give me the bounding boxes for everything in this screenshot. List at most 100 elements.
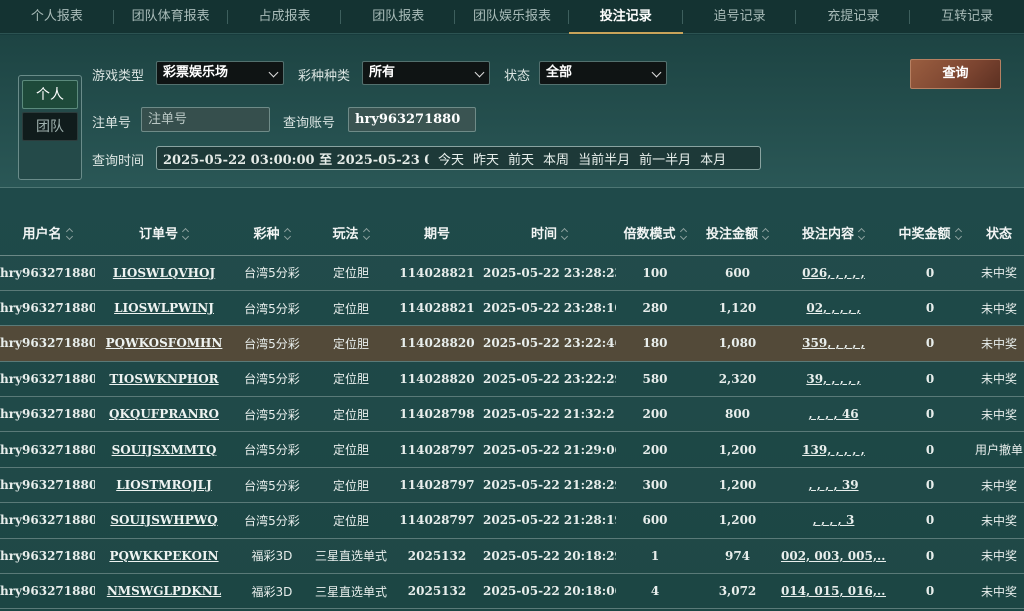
- game-type-select[interactable]: 彩票娱乐场: [156, 61, 284, 85]
- cell-multiple: 1: [616, 538, 694, 575]
- quick-range-5[interactable]: 前一半月: [639, 149, 691, 168]
- cell-amount: 974: [694, 538, 781, 575]
- cell-content[interactable]: , , , , 46: [781, 396, 886, 433]
- quick-range-2[interactable]: 前天: [508, 149, 534, 168]
- sort-icon[interactable]: [285, 229, 291, 239]
- quick-range-0[interactable]: 今天: [438, 149, 464, 168]
- cell-order[interactable]: TIOSWKNPHOR: [95, 361, 233, 398]
- quick-range-6[interactable]: 本月: [700, 149, 726, 168]
- status-select[interactable]: 全部: [539, 61, 667, 85]
- tab-8[interactable]: 互转记录: [910, 0, 1024, 34]
- account-input[interactable]: hry963271880: [348, 107, 476, 132]
- sort-icon[interactable]: [183, 229, 189, 239]
- cell-order[interactable]: SOUIJSXMMTQ: [95, 431, 233, 468]
- cell-order[interactable]: LIOSWLPWINJ: [95, 290, 233, 327]
- cell-content[interactable]: 02, , , , ,: [781, 290, 886, 327]
- table-row[interactable]: hry963271880 QKQUFPRANRO 台湾5分彩 定位胆 114028798…: [0, 396, 1024, 433]
- sort-icon[interactable]: [681, 229, 687, 239]
- column-header-8[interactable]: 投注内容: [781, 210, 886, 256]
- cell-status: 未中奖: [974, 290, 1024, 327]
- column-header-3[interactable]: 玩法: [311, 210, 391, 256]
- cell-user: hry963271880: [0, 361, 95, 398]
- cell-win: 0: [886, 290, 974, 327]
- table-row[interactable]: hry963271880 LIOSWLPWINJ 台湾5分彩 定位胆 114028821…: [0, 290, 1024, 327]
- lottery-select[interactable]: 所有: [362, 61, 490, 85]
- quick-range-4[interactable]: 当前半月: [578, 149, 630, 168]
- cell-amount: 1,200: [694, 502, 781, 539]
- status-value: 全部: [546, 65, 573, 80]
- tab-4[interactable]: 团队娱乐报表: [455, 0, 569, 34]
- cell-time: 2025-05-22 23:28:23: [483, 255, 616, 291]
- column-header-5[interactable]: 时间: [483, 210, 616, 256]
- time-range-input[interactable]: 2025-05-22 03:00:00 至 2025-05-23 03:00:0…: [157, 149, 429, 168]
- cell-win: 0: [886, 538, 974, 575]
- cell-content[interactable]: , , , , 39: [781, 467, 886, 504]
- sort-icon[interactable]: [859, 229, 865, 239]
- cell-content[interactable]: 39, , , , ,: [781, 361, 886, 398]
- cell-order[interactable]: PQWKKPEKOIN: [95, 538, 233, 575]
- table-header: 用户名 订单号 彩种 玩法 期号 时间 倍数模式 投注金额 投注内容 中奖金额 状态: [0, 210, 1024, 256]
- cell-content[interactable]: 359, , , , ,: [781, 325, 886, 362]
- table-row[interactable]: hry963271880 TIOSWKNPHOR 台湾5分彩 定位胆 114028820…: [0, 361, 1024, 398]
- cell-issue: 114028797: [391, 467, 483, 504]
- column-header-10: 状态: [974, 210, 1024, 256]
- cell-user: hry963271880: [0, 325, 95, 362]
- column-header-2[interactable]: 彩种: [233, 210, 311, 256]
- cell-order[interactable]: QKQUFPRANRO: [95, 396, 233, 433]
- column-header-label: 投注内容: [801, 226, 854, 242]
- column-header-9[interactable]: 中奖金额: [886, 210, 974, 256]
- quick-range-3[interactable]: 本周: [543, 149, 569, 168]
- cell-order[interactable]: LIOSWLQVHOJ: [95, 255, 233, 291]
- column-header-1[interactable]: 订单号: [95, 210, 233, 256]
- cell-status: 未中奖: [974, 573, 1024, 610]
- column-header-label: 倍数模式: [623, 226, 676, 242]
- table-row[interactable]: hry963271880 SOUIJSXMMTQ 台湾5分彩 定位胆 114028797…: [0, 431, 1024, 468]
- cell-play: 三星直选单式: [311, 573, 391, 610]
- column-header-7[interactable]: 投注金额: [694, 210, 781, 256]
- cell-play: 定位胆: [311, 396, 391, 433]
- tab-3[interactable]: 团队报表: [341, 0, 455, 34]
- cell-content[interactable]: 002, 003, 005,...: [781, 538, 886, 575]
- sort-icon[interactable]: [67, 229, 73, 239]
- cell-user: hry963271880: [0, 290, 95, 327]
- tab-0[interactable]: 个人报表: [0, 0, 114, 34]
- cell-order[interactable]: PQWKOSFOMHN: [95, 325, 233, 362]
- table-row[interactable]: hry963271880 NMSWGLPDKNL 福彩3D 三星直选单式 2025132…: [0, 573, 1024, 610]
- sort-icon[interactable]: [364, 229, 370, 239]
- query-button[interactable]: 查询: [910, 59, 1001, 89]
- cell-order[interactable]: SOUIJSWHPWQ: [95, 502, 233, 539]
- scope-team-button[interactable]: 团队: [22, 112, 78, 141]
- tab-1[interactable]: 团队体育报表: [114, 0, 228, 34]
- cell-content[interactable]: 026, , , , ,: [781, 255, 886, 291]
- cell-lottery: 台湾5分彩: [233, 431, 311, 468]
- tab-6[interactable]: 追号记录: [683, 0, 797, 34]
- cell-lottery: 台湾5分彩: [233, 325, 311, 362]
- cell-order[interactable]: LIOSTMROJLJ: [95, 467, 233, 504]
- table-row[interactable]: hry963271880 PQWKOSFOMHN 台湾5分彩 定位胆 114028820…: [0, 325, 1024, 362]
- cell-lottery: 台湾5分彩: [233, 255, 311, 291]
- quick-range-1[interactable]: 昨天: [473, 149, 499, 168]
- sort-icon[interactable]: [562, 229, 568, 239]
- sort-icon[interactable]: [956, 229, 962, 239]
- cell-order[interactable]: NMSWGLPDKNL: [95, 573, 233, 610]
- tab-5[interactable]: 投注记录: [568, 0, 683, 34]
- table-row[interactable]: hry963271880 LIOSTMROJLJ 台湾5分彩 定位胆 114028797…: [0, 467, 1024, 504]
- column-header-label: 订单号: [138, 226, 178, 242]
- column-header-6[interactable]: 倍数模式: [616, 210, 694, 256]
- bet-records-table: 用户名 订单号 彩种 玩法 期号 时间 倍数模式 投注金额 投注内容 中奖金额 状态 hry9632…: [0, 210, 1024, 610]
- table-row[interactable]: hry963271880 LIOSWLQVHOJ 台湾5分彩 定位胆 114028821…: [0, 255, 1024, 291]
- cell-content[interactable]: 139, , , , ,: [781, 431, 886, 468]
- scope-toggle: 个人 团队: [18, 75, 82, 180]
- tab-2[interactable]: 占成报表: [228, 0, 342, 34]
- table-row[interactable]: hry963271880 PQWKKPEKOIN 福彩3D 三星直选单式 2025132…: [0, 538, 1024, 575]
- cell-multiple: 200: [616, 396, 694, 433]
- tab-7[interactable]: 充提记录: [796, 0, 911, 34]
- lottery-label: 彩种种类: [298, 69, 351, 84]
- column-header-0[interactable]: 用户名: [0, 210, 95, 256]
- cell-content[interactable]: , , , , 3: [781, 502, 886, 539]
- order-no-input[interactable]: 注单号: [141, 107, 270, 132]
- sort-icon[interactable]: [763, 229, 769, 239]
- table-row[interactable]: hry963271880 SOUIJSWHPWQ 台湾5分彩 定位胆 114028797…: [0, 502, 1024, 539]
- scope-personal-button[interactable]: 个人: [22, 80, 78, 109]
- cell-content[interactable]: 014, 015, 016,...: [781, 573, 886, 610]
